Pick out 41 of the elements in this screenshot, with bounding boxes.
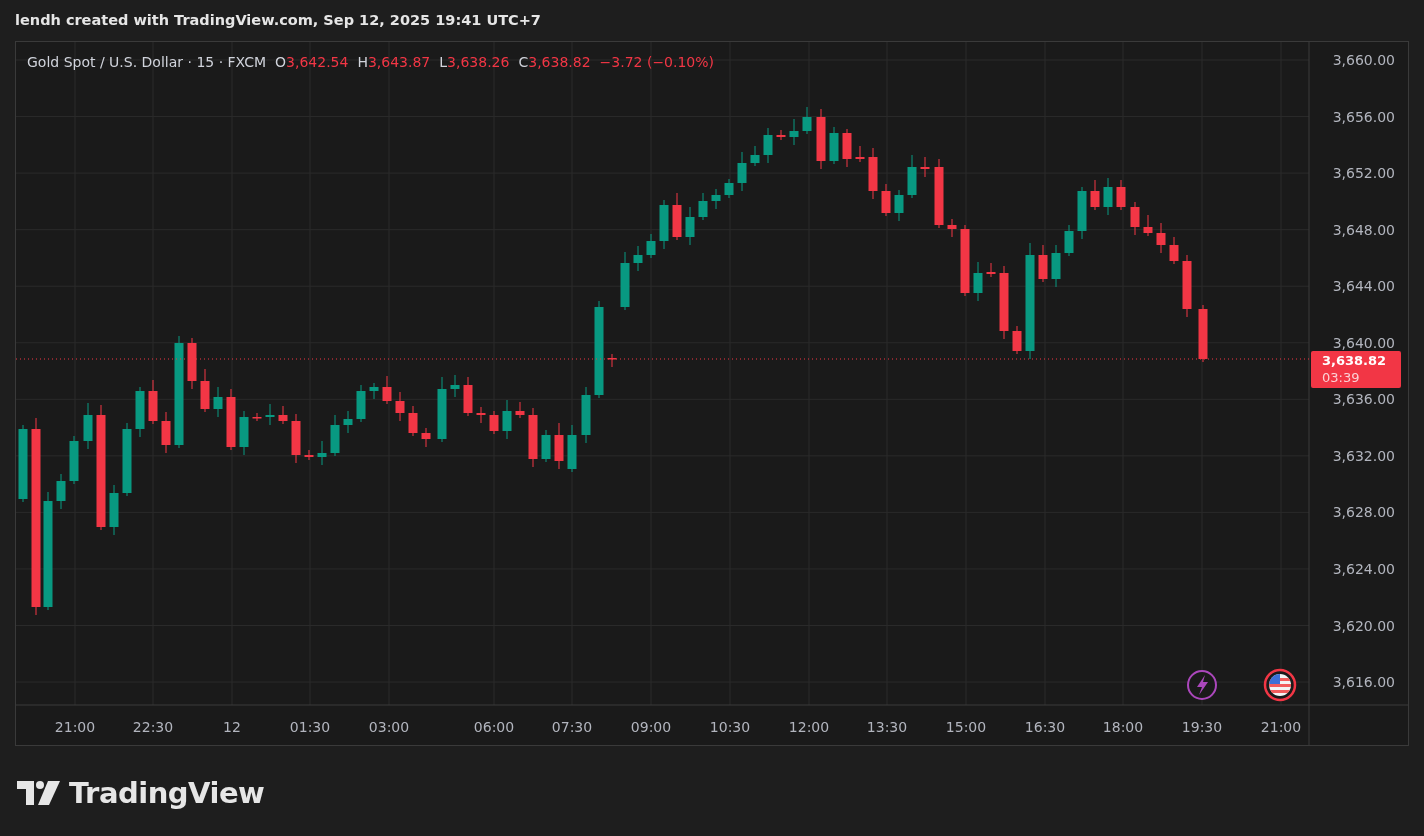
price-axis-label: 3,648.00	[1332, 221, 1395, 238]
price-axis-label: 3,616.00	[1332, 674, 1395, 691]
time-axis-label: 22:30	[132, 719, 174, 735]
symbol-title: Gold Spot / U.S. Dollar · 15 · FXCM	[27, 54, 267, 70]
time-axis-label: 01:30	[289, 719, 331, 735]
time-axis-label: 10:30	[709, 719, 751, 735]
time-axis-label: 06:00	[473, 719, 515, 735]
price-axis-label: 3,644.00	[1332, 278, 1395, 295]
price-axis-label: 3,628.00	[1332, 504, 1395, 521]
logo-icon	[17, 781, 61, 805]
time-axis-label: 21:00	[1260, 719, 1302, 735]
price-axis-label: 3,636.00	[1332, 391, 1395, 408]
time-axis-label: 13:30	[866, 719, 908, 735]
flag-icon[interactable]	[1263, 668, 1297, 702]
time-axis-label: 19:30	[1181, 719, 1223, 735]
price-axis-label: 3,620.00	[1332, 617, 1395, 634]
last-price: 3,638.82	[1322, 352, 1388, 369]
price-change: −3.72 (−0.10%)	[599, 54, 715, 70]
time-axis-label: 18:00	[1102, 719, 1144, 735]
ohlc-value: H3,643.87	[357, 54, 431, 70]
price-axis-label: 3,656.00	[1332, 108, 1395, 125]
price-axis-label: 3,660.00	[1332, 52, 1395, 68]
price-axis-label: 3,640.00	[1332, 334, 1395, 351]
time-axis-label: 12:00	[788, 719, 830, 735]
bar-countdown: 03:39	[1322, 369, 1361, 386]
price-axis-label: 3,624.00	[1332, 560, 1395, 577]
time-axis-label: 15:00	[945, 719, 987, 735]
time-axis-label: 16:30	[1024, 719, 1066, 735]
time-axis-label: 09:00	[630, 719, 672, 735]
chart-caption: lendh created with TradingView.com, Sep 12, 2025 19:41 UTC+7	[15, 12, 542, 30]
price-axis-label: 3,652.00	[1332, 165, 1395, 182]
logo-wordmark: TradingView	[69, 776, 265, 810]
time-axis-label: 21:00	[54, 719, 96, 735]
time-axis-label: 07:30	[551, 719, 593, 735]
ohlc-value: L3,638.26	[439, 54, 510, 70]
ohlc-value: C3,638.82	[518, 54, 591, 70]
lightning-icon[interactable]	[1187, 670, 1217, 700]
price-axis-label: 3,632.00	[1332, 447, 1395, 464]
time-axis-label: 03:00	[368, 719, 410, 735]
time-axis-label: 12	[223, 719, 241, 735]
ohlc-value: O3,642.54	[275, 54, 349, 70]
